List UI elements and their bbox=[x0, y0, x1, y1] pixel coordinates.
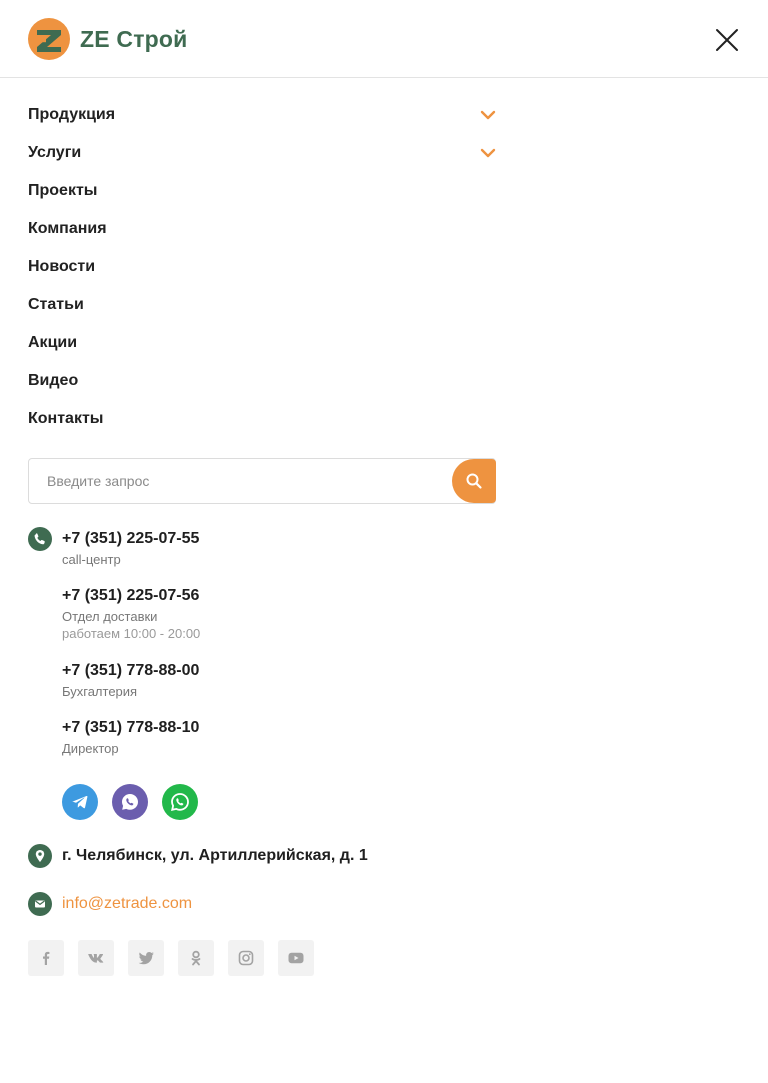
menu-item-label: Продукция bbox=[28, 106, 116, 123]
telegram-button[interactable] bbox=[62, 784, 98, 820]
menu-item-label: Компания bbox=[28, 220, 107, 237]
whatsapp-icon bbox=[122, 794, 138, 810]
menu-item-video[interactable]: Видео bbox=[28, 362, 498, 400]
logo-mark-icon bbox=[28, 18, 70, 60]
search-icon bbox=[466, 473, 482, 489]
header: ZE Строй bbox=[0, 0, 768, 78]
phone-entry: +7 (351) 778-88-10 Директор bbox=[62, 719, 199, 756]
phone-number-link[interactable]: +7 (351) 778-88-10 bbox=[62, 719, 199, 737]
menu-item-projects[interactable]: Проекты bbox=[28, 172, 498, 210]
search-box bbox=[28, 458, 496, 504]
youtube-button[interactable] bbox=[278, 940, 314, 976]
phone-icon bbox=[28, 527, 52, 551]
close-icon bbox=[716, 29, 738, 51]
odnoklassniki-icon bbox=[191, 950, 201, 966]
menu-item-label: Акции bbox=[28, 334, 78, 351]
vk-icon bbox=[88, 954, 104, 963]
phone-entry: +7 (351) 225-07-55 call-центр bbox=[62, 530, 199, 567]
close-button[interactable] bbox=[713, 26, 741, 54]
menu-item-news[interactable]: Новости bbox=[28, 248, 498, 286]
logo-text: ZE Строй bbox=[80, 25, 188, 52]
phone-description: Бухгалтерия bbox=[62, 684, 138, 699]
search-input[interactable] bbox=[29, 459, 449, 503]
phone-number-link[interactable]: +7 (351) 225-07-56 bbox=[62, 587, 200, 605]
instagram-icon bbox=[238, 950, 254, 966]
menu-item-services[interactable]: Услуги bbox=[28, 134, 498, 172]
menu-item-contacts[interactable]: Контакты bbox=[28, 400, 498, 438]
search-button[interactable] bbox=[452, 459, 496, 503]
phone-entry: +7 (351) 778-88-00 Бухгалтерия bbox=[62, 662, 199, 699]
menu-item-label: Проекты bbox=[28, 182, 98, 199]
menu-item-label: Контакты bbox=[28, 410, 104, 427]
menu-item-products[interactable]: Продукция bbox=[28, 96, 498, 134]
facebook-button[interactable] bbox=[28, 940, 64, 976]
twitter-icon bbox=[138, 951, 154, 964]
location-pin-icon bbox=[28, 844, 52, 868]
phone-description: Директор bbox=[62, 741, 119, 756]
viber-button[interactable] bbox=[162, 784, 198, 820]
phone-entry: +7 (351) 225-07-56 Отдел доставки работа… bbox=[62, 587, 200, 641]
phone-working-hours: работаем 10:00 - 20:00 bbox=[62, 626, 201, 641]
chevron-down-icon[interactable] bbox=[479, 144, 497, 162]
menu-item-label: Видео bbox=[28, 372, 79, 389]
menu-item-label: Статьи bbox=[28, 296, 84, 313]
chevron-down-icon[interactable] bbox=[479, 106, 497, 124]
telegram-icon bbox=[72, 795, 88, 809]
viber-icon bbox=[171, 793, 189, 811]
facebook-icon bbox=[43, 951, 50, 965]
menu-item-label: Новости bbox=[28, 258, 96, 275]
main-menu: Продукция Услуги Проекты Компания Новост… bbox=[28, 96, 498, 438]
phone-number-link[interactable]: +7 (351) 778-88-00 bbox=[62, 662, 199, 680]
twitter-button[interactable] bbox=[128, 940, 164, 976]
phone-description: Отдел доставки bbox=[62, 609, 158, 624]
menu-item-company[interactable]: Компания bbox=[28, 210, 498, 248]
odnoklassniki-button[interactable] bbox=[178, 940, 214, 976]
youtube-icon bbox=[288, 952, 304, 964]
mail-icon bbox=[28, 892, 52, 916]
menu-item-label: Услуги bbox=[28, 144, 82, 161]
phone-description: call-центр bbox=[62, 552, 121, 567]
email-link[interactable]: info@zetrade.com bbox=[62, 895, 192, 913]
whatsapp-button[interactable] bbox=[112, 784, 148, 820]
phone-number-link[interactable]: +7 (351) 225-07-55 bbox=[62, 530, 199, 548]
vk-button[interactable] bbox=[78, 940, 114, 976]
instagram-button[interactable] bbox=[228, 940, 264, 976]
menu-item-articles[interactable]: Статьи bbox=[28, 286, 498, 324]
menu-item-promotions[interactable]: Акции bbox=[28, 324, 498, 362]
logo[interactable]: ZE Строй bbox=[28, 18, 188, 60]
address-text: г. Челябинск, ул. Артиллерийская, д. 1 bbox=[62, 847, 368, 864]
